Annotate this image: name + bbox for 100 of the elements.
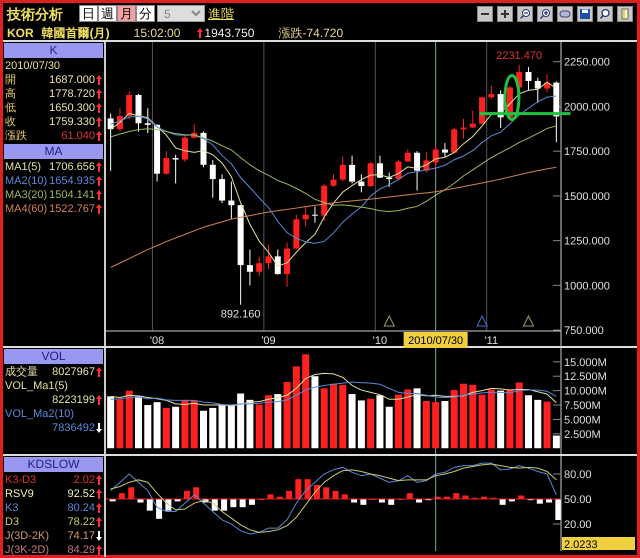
difference-bar <box>518 495 524 498</box>
candlestick <box>451 126 458 153</box>
zoom-in-button[interactable] <box>497 6 513 22</box>
difference-bar <box>378 498 385 502</box>
axis-label: 80.00 <box>564 468 592 480</box>
difference-bar <box>351 498 358 502</box>
indicator-value: 1504.141 <box>49 188 95 202</box>
axis-label: 1000.000 <box>564 280 610 292</box>
difference-bar <box>546 498 552 502</box>
search-button[interactable] <box>597 6 613 22</box>
section-header: VOL <box>4 348 103 364</box>
candlestick <box>116 107 123 132</box>
candlestick <box>210 159 216 198</box>
candlestick <box>126 90 132 119</box>
difference-bar <box>174 498 181 501</box>
difference-bar <box>118 492 125 498</box>
candlestick <box>302 206 309 226</box>
period-tab[interactable]: 月 <box>117 5 136 22</box>
candlestick <box>284 241 290 287</box>
candlestick <box>172 154 179 184</box>
axis-label: 7.500M <box>564 400 601 412</box>
indicator-label: 開 <box>5 72 16 86</box>
difference-bar <box>248 498 255 504</box>
difference-bar <box>138 498 144 502</box>
difference-bar <box>360 498 366 504</box>
axis-label: '08 <box>150 334 164 346</box>
indicator-value: 74.17 <box>67 528 95 542</box>
axis-label: 10.000M <box>564 385 607 398</box>
indicator-label: 漲跌 <box>5 128 27 142</box>
candlestick <box>340 156 346 182</box>
chart-style-button[interactable] <box>557 6 573 22</box>
indicator-label: 成交量 <box>5 364 38 378</box>
indicator-label: RSV9 <box>5 486 34 500</box>
price-label: 892.160 <box>220 308 261 320</box>
pill-icon <box>559 8 571 20</box>
indicator-label: VOL_Ma2(10) <box>5 406 74 420</box>
indicator-value: 8027967 <box>52 364 95 378</box>
axis-label: 2.500M <box>564 428 601 440</box>
magnify-minus-button[interactable] <box>517 6 533 22</box>
indicator-value: 1687.000 <box>49 72 95 86</box>
candlestick <box>191 123 198 139</box>
axis-label: 50.00 <box>564 494 592 506</box>
axis-label: 2000.000 <box>564 100 610 113</box>
candlestick <box>368 160 374 187</box>
indicator-label: J(3D-2K) <box>5 528 50 542</box>
candlestick <box>404 148 411 162</box>
difference-bar <box>286 490 292 498</box>
instrument-name: 韓國首爾(月) <box>42 26 110 40</box>
difference-bar <box>416 498 422 502</box>
note-button[interactable] <box>617 6 633 22</box>
axis-label: '09 <box>261 334 276 346</box>
magnifier-minus-icon <box>519 8 531 20</box>
axis-label: 1750.000 <box>564 146 610 158</box>
difference-bar <box>481 496 488 498</box>
indicator-label: 高 <box>5 86 16 100</box>
difference-bar <box>555 498 562 520</box>
candlestick <box>423 151 430 173</box>
axis-label: 5.000M <box>564 414 601 426</box>
candlestick <box>228 180 234 220</box>
indicator-value: 92.52 <box>67 486 95 500</box>
indicator-label: MA3(20) <box>5 188 48 202</box>
zoom-out-button[interactable] <box>477 6 493 22</box>
difference-bar <box>332 490 338 498</box>
candlestick <box>544 73 550 92</box>
indicator-value: 1759.330 <box>49 114 95 128</box>
candlestick <box>330 173 336 187</box>
indicator-label: K3 <box>5 500 18 514</box>
save-button[interactable] <box>577 6 593 22</box>
indicator-value: 1706.656 <box>49 160 95 174</box>
difference-bar <box>462 495 468 498</box>
axis-label: 1500.000 <box>564 190 610 202</box>
difference-bar <box>268 494 274 498</box>
cursor-value-label: 2.0233 <box>562 536 635 550</box>
indicator-value: 8223199 <box>52 392 95 406</box>
section-header: K <box>4 42 103 58</box>
difference-bar <box>406 492 413 498</box>
candlestick <box>460 118 466 139</box>
difference-bar <box>146 498 153 510</box>
period-tab[interactable]: 分 <box>136 5 155 22</box>
candlestick <box>349 154 356 184</box>
advanced-link[interactable]: 進階 <box>208 4 234 24</box>
candlestick <box>386 172 392 187</box>
indicator-label: 低 <box>5 100 16 114</box>
period-tab[interactable]: 週 <box>98 5 117 22</box>
indicator-label: J(3K-2D) <box>5 542 50 556</box>
price-label: 1943.750 <box>204 26 254 40</box>
period-tab[interactable]: 日 <box>79 5 98 22</box>
plus-icon <box>499 8 511 20</box>
candlestick <box>144 107 151 134</box>
date-label: 2010/07/30 <box>4 58 62 72</box>
candlestick <box>432 144 439 170</box>
candlestick <box>516 64 522 89</box>
indicator-label: MA2(10) <box>5 174 48 188</box>
price-label: 2231.470 <box>496 50 542 62</box>
triangle-marker <box>476 314 488 326</box>
indicator-label: VOL_Ma1(5) <box>5 378 68 392</box>
magnify-plus-button[interactable] <box>537 6 553 22</box>
change-label: 漲跌-74.720 <box>278 26 344 40</box>
difference-bar <box>193 486 200 498</box>
axis-label: 15.000M <box>564 356 607 368</box>
